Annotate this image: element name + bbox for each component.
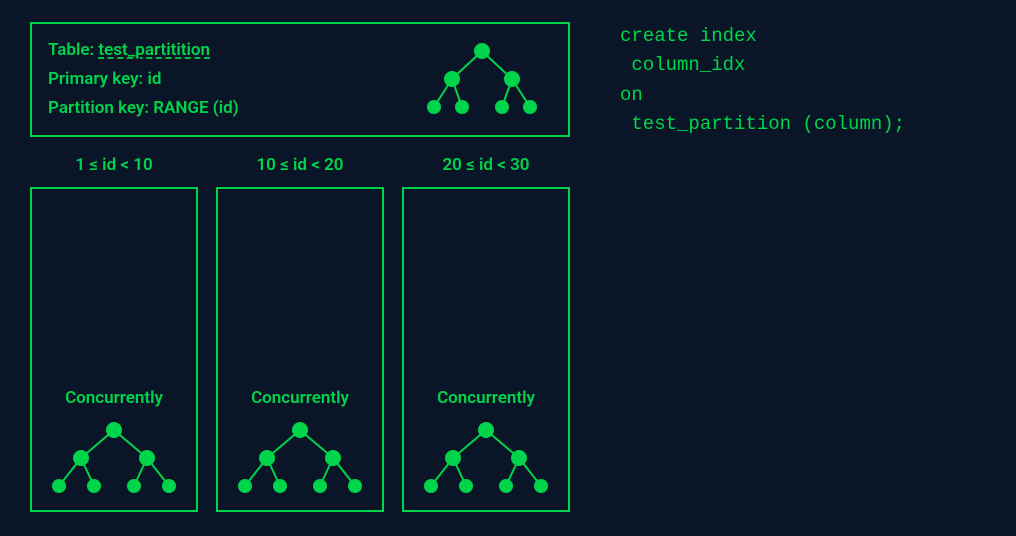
code-line: test_partition (column); (620, 113, 905, 135)
partition-column: 10 ≤ id < 20 Concurrently (216, 155, 384, 512)
code-line: create index (620, 25, 757, 47)
tree-icon (225, 418, 375, 498)
table-name: test_partitition (98, 40, 210, 60)
partkey-value: RANGE (id) (153, 98, 238, 118)
range-label: 10 ≤ id < 20 (256, 155, 343, 175)
partition-column: 20 ≤ id < 30 Concurrently (402, 155, 570, 512)
partition-column: 1 ≤ id < 10 Concurrently (30, 155, 198, 512)
partkey-label: Partition key: (48, 98, 149, 118)
left-panel: Table: test_partitition Primary key: id … (0, 0, 600, 536)
concurrently-label: Concurrently (65, 388, 163, 408)
concurrently-label: Concurrently (251, 388, 349, 408)
pk-value: id (147, 69, 161, 89)
table-header-text: Table: test_partitition Primary key: id … (48, 36, 239, 123)
code-line: column_idx (620, 54, 745, 76)
diagram-container: Table: test_partitition Primary key: id … (0, 0, 1016, 536)
tree-icon (39, 418, 189, 498)
partitions-row: 1 ≤ id < 10 Concurrently (30, 155, 570, 512)
table-header-box: Table: test_partitition Primary key: id … (30, 22, 570, 137)
range-label: 20 ≤ id < 30 (442, 155, 529, 175)
tree-icon (411, 418, 561, 498)
code-panel: create index column_idx on test_partitio… (600, 0, 1016, 536)
partition-box: Concurrently (216, 187, 384, 512)
partition-box: Concurrently (30, 187, 198, 512)
partition-box: Concurrently (402, 187, 570, 512)
table-label: Table: (48, 40, 94, 60)
tree-icon (412, 39, 552, 119)
pk-label: Primary key: (48, 69, 143, 89)
code-line: on (620, 84, 643, 106)
sql-code: create index column_idx on test_partitio… (620, 22, 996, 140)
concurrently-label: Concurrently (437, 388, 535, 408)
range-label: 1 ≤ id < 10 (75, 155, 152, 175)
